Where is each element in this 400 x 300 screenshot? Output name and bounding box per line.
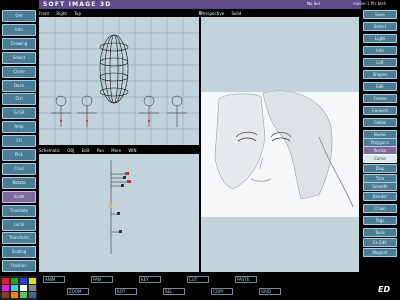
viewport-label: Front <box>39 11 50 16</box>
color-swatch[interactable] <box>29 292 36 298</box>
left-button[interactable]: Local <box>2 218 36 231</box>
right-button[interactable]: Info <box>363 46 397 55</box>
left-button[interactable]: Transform <box>2 232 36 245</box>
right-button[interactable]: Light <box>363 34 397 43</box>
left-button[interactable]: Info <box>2 23 36 36</box>
viewport-label: Schematic <box>39 148 60 153</box>
selection-status: No Sel <box>307 1 320 6</box>
color-swatch[interactable] <box>20 278 27 284</box>
viewport-label: OBJ <box>67 148 75 153</box>
color-swatch[interactable] <box>20 285 27 291</box>
viewport-label: Right <box>56 11 67 16</box>
right-button[interactable]: Curve <box>363 154 397 163</box>
left-button[interactable]: Rotate <box>2 176 36 189</box>
left-button[interactable]: Gr.SR <box>2 107 36 120</box>
left-button[interactable]: Cmd <box>2 162 36 175</box>
color-swatch[interactable] <box>2 292 9 298</box>
left-button[interactable]: Drawing <box>2 37 36 50</box>
right-button[interactable]: Ex.Edit <box>363 238 397 247</box>
bottom-bar-button[interactable]: ZOOM <box>67 288 89 295</box>
left-button[interactable]: Select <box>2 51 36 64</box>
color-palette <box>0 276 37 300</box>
viewport-top-right[interactable]: Perspective Solid <box>201 10 359 272</box>
viewport-label: Solid <box>231 11 242 16</box>
right-button[interactable]: Freeze <box>363 94 397 103</box>
right-button[interactable]: Tags <box>363 216 397 225</box>
right-button[interactable]: Save <box>363 10 397 19</box>
schematic-tree <box>109 160 131 254</box>
color-swatch[interactable] <box>29 278 36 284</box>
left-button[interactable]: Ctl <box>2 135 36 148</box>
color-swatch[interactable] <box>11 285 18 291</box>
color-swatch[interactable] <box>2 278 9 284</box>
bottom-bar-button[interactable]: CUT <box>187 276 209 283</box>
bottom-bar-button[interactable]: COPY <box>211 288 233 295</box>
viewport-header: Schematic OBJ Edit Pan More WIN <box>39 147 199 154</box>
right-button[interactable]: Edit <box>363 82 397 91</box>
right-button[interactable]: Select <box>363 22 397 31</box>
right-button[interactable]: Tools <box>363 228 397 237</box>
left-button[interactable]: Scale <box>2 190 36 203</box>
viewport-header: Perspective Solid <box>201 10 359 17</box>
bottom-toolbar: ANIM ZOOM PAN ROT KEY SEL CUT COPY PASTE GRID <box>39 272 361 300</box>
viewport-label: Pan <box>96 148 104 153</box>
right-button[interactable]: Disp <box>363 164 397 173</box>
watermark-logo: ED <box>378 285 391 294</box>
viewport-label: Edit <box>81 148 90 153</box>
color-swatch[interactable] <box>20 292 27 298</box>
bottom-bar-button[interactable]: ROT <box>115 288 137 295</box>
viewport-top-left[interactable]: Front Right Top <box>39 10 199 145</box>
bottom-bar-button[interactable]: ANIM <box>43 276 65 283</box>
left-button[interactable]: Ctrl <box>2 93 36 106</box>
left-button[interactable]: Clone <box>2 65 36 78</box>
bottom-bar-button[interactable]: SEL <box>163 288 185 295</box>
right-button[interactable]: Smooth <box>363 182 397 191</box>
color-swatch[interactable] <box>29 285 36 291</box>
left-button[interactable]: Position <box>2 260 36 273</box>
left-button[interactable]: Scaling <box>2 246 36 259</box>
right-button[interactable]: Convert <box>363 106 397 115</box>
right-button[interactable]: Global <box>363 118 397 127</box>
left-button[interactable]: Pick <box>2 149 36 161</box>
viewport-label: Top <box>74 11 81 16</box>
right-button[interactable]: Render <box>363 192 397 201</box>
wireframe-grid <box>39 17 199 145</box>
viewport-label: More <box>111 148 122 153</box>
viewport-label: WIN <box>128 148 137 153</box>
left-button[interactable]: Get <box>2 10 36 22</box>
render-view <box>201 17 359 272</box>
color-swatch[interactable] <box>2 285 9 291</box>
right-button[interactable]: Loft <box>363 58 397 67</box>
softimage-app: SOFT IMAGE 3D No Sel model-1 Ptr bleh Ge… <box>0 0 400 300</box>
right-button[interactable]: Chain <box>363 204 397 213</box>
title-bar: SOFT IMAGE 3D No Sel model-1 Ptr bleh <box>39 0 386 9</box>
model-status: model-1 Ptr bleh <box>353 1 387 6</box>
right-button[interactable]: Magnet <box>363 248 397 257</box>
wireframe-head <box>99 34 129 104</box>
right-button[interactable]: Shapes <box>363 70 397 79</box>
bottom-bar-button[interactable]: KEY <box>139 276 161 283</box>
bottom-bar-button[interactable]: PAN <box>91 276 113 283</box>
left-button[interactable]: Dock <box>2 79 36 92</box>
color-swatch[interactable] <box>11 278 18 284</box>
viewport-bottom-left[interactable]: Schematic OBJ Edit Pan More WIN <box>39 147 199 272</box>
app-title: SOFT IMAGE 3D <box>43 1 112 8</box>
bottom-bar-button[interactable]: GRID <box>259 288 281 295</box>
bottom-bar-button[interactable]: PASTE <box>235 276 257 283</box>
color-swatch[interactable] <box>11 292 18 298</box>
left-button[interactable]: Amp <box>2 121 36 134</box>
viewport-label: Perspective <box>201 11 225 16</box>
left-button[interactable]: Translate <box>2 204 36 217</box>
viewport-header: Front Right Top <box>39 10 199 17</box>
